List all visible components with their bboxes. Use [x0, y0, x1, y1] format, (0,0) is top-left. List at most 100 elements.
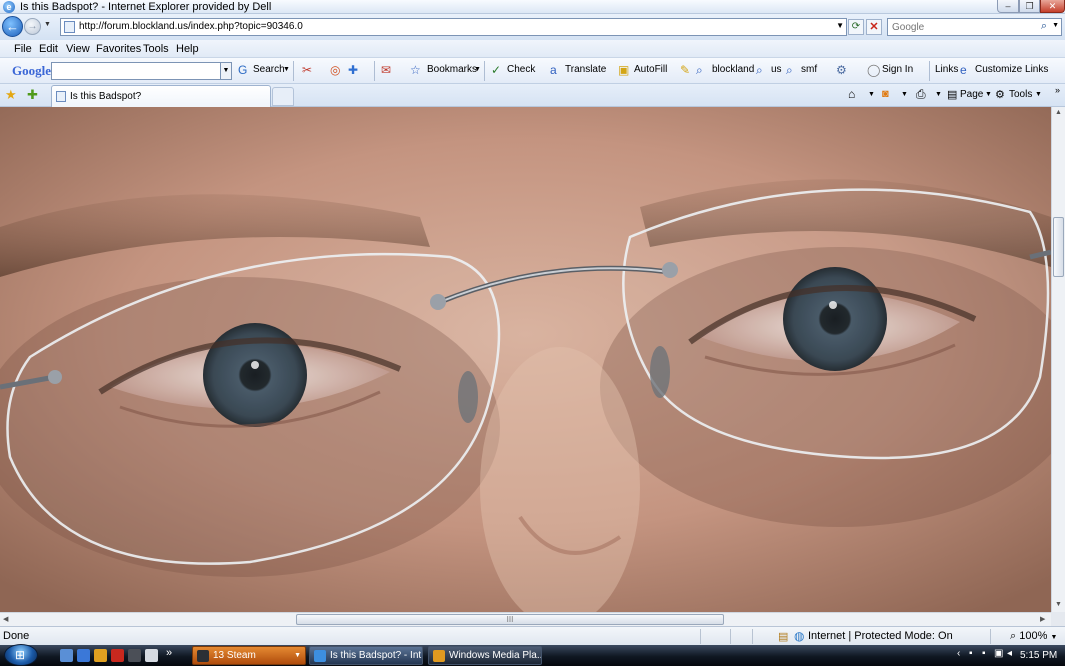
quicklaunch-chevron-icon[interactable]: »	[166, 647, 172, 659]
sign-in-button[interactable]: Sign In	[882, 64, 913, 75]
print-dropdown[interactable]: ▼	[935, 91, 942, 98]
address-url[interactable]: http://forum.blockland.us/index.php?topi…	[79, 21, 303, 32]
menu-edit[interactable]: Edit	[39, 43, 58, 55]
wrench-icon[interactable]: ⚙	[836, 63, 847, 77]
autofill-button[interactable]: AutoFill	[634, 64, 667, 75]
taskbar-item-wmp[interactable]: Windows Media Pla...	[428, 646, 542, 665]
horizontal-scrollbar[interactable]: ◀ III ▶	[0, 612, 1051, 626]
google-logo: Google	[12, 63, 51, 78]
search-options-dropdown[interactable]: ▼	[1052, 22, 1059, 29]
google-search-dropdown[interactable]: ▼	[220, 62, 232, 80]
page-menu[interactable]: Page	[960, 89, 983, 100]
page-dropdown[interactable]: ▼	[985, 91, 992, 98]
search-dropdown-arrow[interactable]: ▼	[283, 66, 290, 73]
google-search-icon: G	[238, 63, 248, 77]
maximize-button[interactable]: ❐	[1019, 0, 1040, 13]
search-input[interactable]	[888, 19, 1028, 35]
taskbar: ⊞ » 13 Steam ▼ Is this Badspot? - Int...…	[0, 644, 1065, 666]
tab-is-this-badspot[interactable]: Is this Badspot?	[51, 85, 271, 107]
page-icon	[56, 91, 66, 102]
vertical-scrollbar[interactable]: ▲ ▼	[1051, 107, 1065, 612]
customize-links-link[interactable]: Customize Links	[975, 64, 1048, 75]
menu-file[interactable]: File	[14, 43, 32, 55]
media-player-icon[interactable]	[94, 649, 107, 662]
new-tab-button[interactable]	[272, 87, 294, 106]
horizontal-scroll-thumb[interactable]: III	[296, 614, 724, 625]
translate-button[interactable]: Translate	[565, 64, 606, 75]
feed-dropdown[interactable]: ▼	[901, 91, 908, 98]
tools-menu[interactable]: Tools	[1009, 89, 1032, 100]
notepad-icon[interactable]	[145, 649, 158, 662]
scroll-right-arrow[interactable]: ▶	[1040, 615, 1045, 623]
toolbar-separator	[929, 61, 930, 81]
search-box[interactable]: ⌕ ▼	[887, 18, 1062, 36]
scroll-down-arrow[interactable]: ▼	[1055, 601, 1062, 608]
feed-icon[interactable]: ◙	[882, 88, 889, 100]
smf-bookmark[interactable]: smf	[801, 64, 817, 75]
home-dropdown[interactable]: ▼	[868, 91, 875, 98]
stop-icon[interactable]: ✕	[866, 19, 882, 35]
blockland-bookmark[interactable]: blockland	[712, 64, 754, 75]
google-search-input[interactable]	[51, 62, 221, 80]
tray-app-icon[interactable]: ▪	[982, 648, 986, 659]
add-favorite-icon[interactable]: ✚	[27, 87, 38, 103]
home-icon[interactable]: ⌂	[848, 87, 855, 101]
tray-expand-icon[interactable]: ‹	[957, 648, 960, 659]
scroll-up-arrow[interactable]: ▲	[1055, 109, 1062, 116]
bookmarks-button[interactable]: Bookmarks	[427, 64, 477, 75]
us-bookmark[interactable]: us	[771, 64, 782, 75]
menu-tools[interactable]: Tools	[143, 43, 169, 55]
address-field[interactable]: http://forum.blockland.us/index.php?topi…	[60, 18, 847, 36]
status-divider	[700, 629, 701, 644]
highlighter-icon[interactable]: ✎	[680, 63, 690, 77]
switch-windows-icon[interactable]	[77, 649, 90, 662]
start-button[interactable]: ⊞	[4, 644, 38, 666]
google-search-button[interactable]: Search	[253, 64, 285, 75]
taskbar-item-ie[interactable]: Is this Badspot? - Int...	[309, 646, 423, 665]
google-toolbar: Google ▼ G Search ▼ ✂ ◎ ✚ ✉ ☆ Bookmarks …	[0, 58, 1065, 84]
toolbar-separator	[374, 61, 375, 81]
minimize-button[interactable]: –	[997, 0, 1019, 13]
plus-icon[interactable]: ✚	[348, 63, 358, 77]
forward-arrow-icon[interactable]: →	[24, 18, 41, 35]
address-toolbar: ← → ▼ http://forum.blockland.us/index.ph…	[0, 14, 1065, 40]
search-icon[interactable]: ⌕	[1041, 20, 1047, 33]
scroll-left-arrow[interactable]: ◀	[3, 615, 8, 623]
gmail-icon[interactable]: ✉	[381, 63, 391, 77]
toolbar-separator	[293, 61, 294, 81]
sign-in-icon: ◯	[867, 63, 881, 77]
print-icon[interactable]: ⎙	[916, 87, 926, 102]
menu-favorites[interactable]: Favorites	[96, 43, 141, 55]
popup-blocker-icon[interactable]: ✂	[302, 63, 312, 77]
page-icon: ▤	[947, 89, 958, 101]
address-dropdown[interactable]: ▼	[836, 21, 844, 30]
check-button[interactable]: Check	[507, 64, 535, 75]
menu-help[interactable]: Help	[176, 43, 199, 55]
links-label[interactable]: Links	[935, 64, 958, 75]
app-icon[interactable]	[111, 649, 124, 662]
zoom-dropdown[interactable]: ▼	[1050, 634, 1057, 641]
tray-app-icon[interactable]: ▪	[969, 648, 973, 659]
security-zone[interactable]: Internet | Protected Mode: On	[808, 630, 953, 642]
bookmarks-dropdown-arrow[interactable]: ▼	[474, 66, 481, 73]
zoom-level[interactable]: ⌕ 100% ▼	[1010, 630, 1057, 643]
show-desktop-icon[interactable]	[60, 649, 73, 662]
steam-quicklaunch-icon[interactable]	[128, 649, 141, 662]
refresh-icon[interactable]: ⟳	[848, 19, 864, 35]
taskbar-item-label: 13 Steam	[213, 650, 256, 661]
menu-view[interactable]: View	[66, 43, 90, 55]
news-icon[interactable]: ◎	[330, 63, 340, 77]
favorites-star-icon[interactable]: ★	[5, 87, 17, 103]
chevron-icon[interactable]: »	[1055, 85, 1060, 95]
recent-pages-dropdown[interactable]: ▼	[44, 21, 51, 28]
network-icon[interactable]: ▣	[994, 648, 1003, 659]
taskbar-item-steam[interactable]: 13 Steam ▼	[192, 646, 306, 665]
face-photo	[0, 107, 1051, 612]
tools-dropdown[interactable]: ▼	[1035, 91, 1042, 98]
vertical-scroll-thumb[interactable]	[1053, 217, 1064, 277]
clock[interactable]: 5:15 PM	[1020, 650, 1057, 661]
volume-icon[interactable]: ◂	[1007, 648, 1012, 659]
zoom-value: 100%	[1019, 630, 1048, 642]
back-arrow-icon[interactable]: ←	[2, 16, 23, 37]
close-button[interactable]: ✕	[1040, 0, 1065, 13]
